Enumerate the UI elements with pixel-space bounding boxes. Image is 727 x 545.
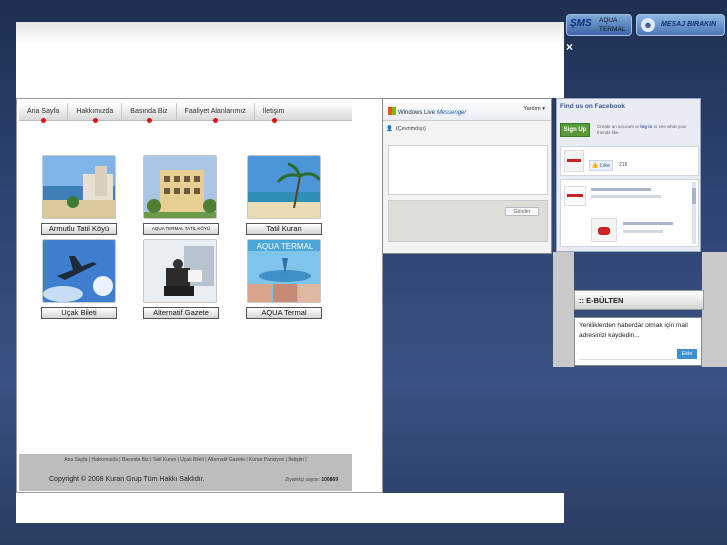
bottom-strip [16, 493, 564, 523]
sms-logo-icon: ŞMS [570, 18, 592, 29]
footer-links[interactable]: Ana Sayfa | Hakkımızda | Basında Biz | T… [19, 457, 352, 463]
nav-dot-icon [92, 118, 98, 123]
armutlu-tile-image[interactable] [42, 155, 116, 219]
ebulten-box: Yeniliklerden haberdar olmak için mail a… [574, 317, 702, 366]
ucak-bileti-tile-image[interactable] [42, 239, 116, 303]
nav-item-home[interactable]: Ana Sayfa [19, 103, 69, 123]
close-icon[interactable]: × [566, 40, 573, 54]
nav-dot-icon [213, 118, 219, 123]
aqua-line-2: TERMAL [599, 26, 626, 33]
facebook-stream [560, 179, 699, 247]
nav-item-label: İletişim [262, 108, 285, 115]
aqua-hotel-button[interactable]: AQUA TERMAL TATİL KÖYÜ [143, 223, 219, 235]
messenger-compose-area[interactable]: Gönder [388, 200, 548, 242]
nav-item-label: Hakkımızda [76, 108, 114, 115]
nav-item-activities[interactable]: Faaliyet Alanlarımız [177, 103, 255, 123]
leave-message-button[interactable]: ☻ MESAJ BIRAKIN [636, 14, 725, 36]
ebulten-description: Yeniliklerden haberdar olmak için mail a… [579, 322, 688, 339]
nav-dot-icon [41, 118, 47, 123]
facebook-login-link[interactable]: log in [640, 124, 652, 129]
stream-text-line [591, 188, 651, 191]
copyright-text: Copyright © 2008 Kuran Grup Tüm Hakkı Sa… [49, 476, 205, 483]
site-footer: Ana Sayfa | Hakkımızda | Basında Biz | T… [19, 454, 352, 491]
messenger-send-button[interactable]: Gönder [505, 207, 539, 216]
alternatif-gazete-tile-image[interactable] [143, 239, 217, 303]
stream-post-image [591, 218, 617, 242]
armutlu-button[interactable]: Armutlu Tatil Köyü [41, 223, 117, 235]
scrollbar-thumb[interactable] [692, 188, 696, 204]
fb-signup-text-a: Create an account or [597, 124, 640, 129]
messenger-status: 👤 (Çevrimdışı) [386, 126, 426, 132]
main-nav: Ana Sayfa Hakkımızda Basında Biz Faaliye… [19, 103, 352, 123]
messenger-chat-area [388, 145, 548, 195]
facebook-widget: Find us on Facebook Sign Up Create an ac… [556, 98, 701, 252]
messenger-logo-text: Windows Live [398, 110, 436, 116]
leave-message-label: MESAJ BIRAKIN [661, 21, 717, 28]
aqua-termal-label: AQUA TERMAL [599, 16, 625, 34]
aqua-termal-tile-image[interactable]: AQUA TERMAL [247, 239, 321, 303]
visitor-count: 100869 [321, 477, 338, 483]
messenger-logo-sub: Messenger [436, 110, 467, 116]
beach-resort-photo [43, 156, 115, 218]
airplane-sky-photo [43, 240, 115, 302]
facebook-like-button[interactable]: 👍 Like [589, 160, 613, 171]
facebook-stream-scrollbar[interactable] [692, 182, 696, 244]
messenger-logo: Windows Live Messenger [388, 107, 466, 116]
aqua-hotel-tile-image[interactable] [143, 155, 217, 219]
nav-item-contact[interactable]: İletişim [255, 103, 293, 123]
facebook-signup-button[interactable]: Sign Up [560, 123, 590, 137]
messenger-header: Windows Live Messenger Yardım ▾ [383, 99, 551, 121]
ebulten-add-button[interactable]: Ekle [677, 349, 697, 359]
alternatif-gazete-button[interactable]: Alternatif Gazete [143, 307, 219, 319]
aqua-line-1: AQUA [599, 17, 618, 24]
facebook-like-count: 218 [619, 162, 628, 168]
person-icon: ☻ [641, 18, 655, 32]
nav-dot-icon [271, 118, 277, 123]
top-banner [16, 22, 564, 98]
messenger-help-menu[interactable]: Yardım ▾ [523, 106, 545, 112]
nav-item-about[interactable]: Hakkımızda [68, 103, 123, 123]
aqua-termal-banner-text: AQUA TERMAL [257, 242, 314, 251]
bulten-side-panel [702, 252, 727, 367]
reading-newspaper-photo [144, 240, 216, 302]
tropical-beach-photo [248, 156, 320, 218]
facebook-signup-text: Create an account or log in to see what … [597, 124, 697, 136]
nav-item-label: Faaliyet Alanlarımız [184, 108, 246, 115]
messenger-widget: Windows Live Messenger Yardım ▾ 👤 (Çevri… [382, 98, 552, 254]
windows-flag-icon [388, 107, 396, 115]
stream-logo-icon [564, 186, 586, 206]
stream-text-line [623, 222, 673, 225]
visitor-counter: Ziyaretçi sayısı: 100869 [285, 477, 338, 483]
stream-text-line [591, 195, 661, 198]
ebulten-email-input[interactable] [579, 350, 675, 360]
ebulten-header: :: E-BÜLTEN [574, 290, 704, 310]
bulten-side-panel [553, 252, 574, 367]
nav-item-press[interactable]: Basında Biz [122, 103, 177, 123]
page-logo-icon [564, 150, 584, 172]
ucak-bileti-button[interactable]: Uçak Bileti [41, 307, 117, 319]
messenger-status-text: (Çevrimdışı) [395, 126, 426, 132]
aqua-termal-sms-button[interactable]: ŞMS AQUA TERMAL [566, 14, 632, 36]
nav-dot-icon [146, 118, 152, 123]
aqua-termal-button[interactable]: AQUA Termal [246, 307, 322, 319]
spa-fountain-photo: AQUA TERMAL [248, 240, 320, 302]
hotel-building-photo [144, 156, 216, 218]
tatil-kuran-tile-image[interactable] [247, 155, 321, 219]
visitor-label: Ziyaretçi sayısı: [285, 477, 320, 483]
nav-item-label: Ana Sayfa [27, 108, 60, 115]
tatil-kuran-button[interactable]: Tatil Kuran [246, 223, 322, 235]
stream-text-line [623, 230, 663, 233]
site-panel: Ana Sayfa Hakkımızda Basında Biz Faaliye… [16, 98, 383, 493]
nav-item-label: Basında Biz [130, 108, 168, 115]
ebulten-title: :: E-BÜLTEN [579, 296, 624, 305]
facebook-page-box: 👍 Like 218 [560, 146, 699, 176]
facebook-title: Find us on Facebook [560, 103, 626, 110]
